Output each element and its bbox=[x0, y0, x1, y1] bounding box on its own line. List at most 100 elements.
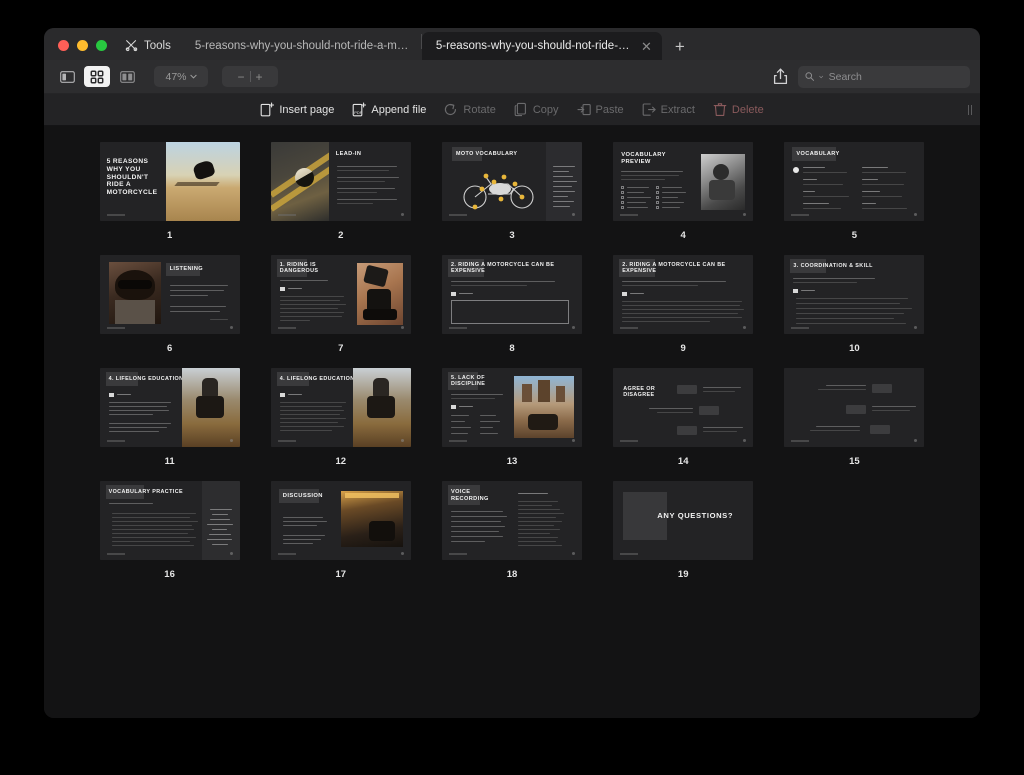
page-cell[interactable]: 15 bbox=[769, 368, 940, 467]
page-cell[interactable]: VOCABULARY 5 bbox=[769, 142, 940, 241]
slide-subtitle bbox=[517, 493, 548, 495]
page-cell[interactable]: VOICE RECORDING 18 bbox=[426, 481, 597, 580]
slide-title: VOCABULARY bbox=[796, 151, 840, 157]
close-window-button[interactable] bbox=[58, 40, 69, 51]
page-cell[interactable]: LEAD-IN 2 bbox=[255, 142, 426, 241]
page-cell[interactable]: AGREE OR DISAGREE 14 bbox=[598, 368, 769, 467]
slide-page-number bbox=[400, 213, 404, 216]
maximize-window-button[interactable] bbox=[96, 40, 107, 51]
search-input[interactable] bbox=[828, 70, 963, 83]
tools-button[interactable]: Tools bbox=[119, 39, 181, 60]
slide-page-number bbox=[400, 552, 404, 555]
slide-page-number bbox=[571, 326, 575, 329]
page-thumbnail[interactable]: VOCABULARY bbox=[784, 142, 925, 221]
answer-box[interactable] bbox=[450, 300, 569, 324]
search-chevron-icon[interactable] bbox=[819, 75, 824, 79]
page-cell[interactable]: 1. RIDING IS DANGEROUS 7 bbox=[255, 255, 426, 354]
page-thumbnail-canvas[interactable]: 5 REASONS WHY YOU SHOULDN'T RIDE A MOTOR… bbox=[44, 126, 980, 718]
page-cell[interactable]: VOCABULARY PRACTICE 16 bbox=[84, 481, 255, 580]
page-thumbnail[interactable]: ANY QUESTIONS? bbox=[613, 481, 754, 560]
slide-page-number bbox=[914, 213, 918, 216]
page-thumbnail[interactable]: 2. RIDING A MOTORCYCLE CAN BE EXPENSIVE bbox=[441, 255, 582, 334]
page-cell[interactable]: 4. LIFELONG EDUCATION bbox=[84, 368, 255, 467]
page-thumbnail[interactable]: VOCABULARY PREVIEW bbox=[613, 142, 754, 221]
new-tab-button[interactable]: + bbox=[662, 38, 698, 60]
delete-label: Delete bbox=[731, 103, 764, 116]
page-cell[interactable]: MOTO VOCABULARY 3 bbox=[426, 142, 597, 241]
share-icon[interactable] bbox=[773, 68, 788, 85]
split-view-button[interactable] bbox=[114, 66, 140, 87]
close-tab-icon[interactable]: ✕ bbox=[631, 40, 652, 53]
append-file-label: Append file bbox=[371, 103, 427, 116]
slide-title: 2. RIDING A MOTORCYCLE CAN BE EXPENSIVE bbox=[622, 262, 726, 275]
slide-photo bbox=[701, 154, 746, 210]
page-thumbnail[interactable]: 5. LACK OF DISCIPLINE bbox=[441, 368, 582, 447]
page-cell[interactable]: 4. LIFELONG EDUCATION bbox=[255, 368, 426, 467]
append-file-button[interactable]: PDF Append file bbox=[352, 102, 426, 117]
slide-canvas bbox=[784, 368, 925, 447]
minimize-window-button[interactable] bbox=[77, 40, 88, 51]
tab-active[interactable]: 5-reasons-why-you-should-not-ride-a-mo..… bbox=[421, 32, 662, 60]
page-thumbnail[interactable]: VOCABULARY PRACTICE bbox=[99, 481, 240, 560]
page-thumbnail[interactable]: LEAD-IN bbox=[270, 142, 411, 221]
page-cell[interactable]: 5. LACK OF DISCIPLINE 13 bbox=[426, 368, 597, 467]
insert-page-button[interactable]: Insert page bbox=[260, 102, 334, 117]
audio-icon bbox=[279, 287, 285, 291]
page-thumbnail[interactable] bbox=[784, 368, 925, 447]
grid-view-button[interactable] bbox=[84, 66, 110, 87]
zoom-in-button[interactable]: + bbox=[256, 70, 263, 84]
audio-icon bbox=[793, 289, 799, 293]
page-cell[interactable]: ANY QUESTIONS? 19 bbox=[598, 481, 769, 580]
extract-button[interactable]: Extract bbox=[642, 102, 695, 117]
page-cell[interactable]: 2. RIDING A MOTORCYCLE CAN BE EXPENSIVE bbox=[598, 255, 769, 354]
slide-footer bbox=[620, 327, 639, 329]
slide-photo bbox=[352, 368, 411, 447]
page-thumbnail[interactable]: 1. RIDING IS DANGEROUS bbox=[270, 255, 411, 334]
audio-label bbox=[287, 288, 302, 290]
page-thumbnail[interactable]: 4. LIFELONG EDUCATION bbox=[99, 368, 240, 447]
page-cell[interactable]: VOCABULARY PREVIEW 4 bbox=[598, 142, 769, 241]
page-cell[interactable]: 2. RIDING A MOTORCYCLE CAN BE EXPENSIVE … bbox=[426, 255, 597, 354]
slide-title: 4. LIFELONG EDUCATION bbox=[279, 376, 355, 382]
page-thumbnail[interactable]: LISTENING bbox=[99, 255, 240, 334]
search-box[interactable] bbox=[798, 65, 970, 88]
zoom-stepper[interactable]: − + bbox=[222, 66, 278, 87]
page-thumbnail[interactable]: 3. COORDINATION & SKILL bbox=[784, 255, 925, 334]
sidebar-view-button[interactable] bbox=[54, 66, 80, 87]
tab-inactive[interactable]: 5-reasons-why-you-should-not-ride-a-mot.… bbox=[181, 32, 421, 60]
tools-icon bbox=[125, 40, 138, 52]
slide-canvas: 1. RIDING IS DANGEROUS bbox=[270, 255, 411, 334]
slide-footer bbox=[791, 327, 810, 329]
sidebar-view-icon bbox=[59, 70, 75, 83]
copy-button[interactable]: Copy bbox=[514, 102, 559, 117]
page-thumbnail[interactable]: 5 REASONS WHY YOU SHOULDN'T RIDE A MOTOR… bbox=[99, 142, 240, 221]
delete-button[interactable]: Delete bbox=[713, 102, 764, 117]
slide-title: MOTO VOCABULARY bbox=[455, 151, 518, 157]
page-cell[interactable]: 3. COORDINATION & SKILL 10 bbox=[769, 255, 940, 354]
page-number: 16 bbox=[164, 569, 175, 580]
page-thumbnail[interactable]: 2. RIDING A MOTORCYCLE CAN BE EXPENSIVE bbox=[613, 255, 754, 334]
page-cell[interactable]: 5 REASONS WHY YOU SHOULDN'T RIDE A MOTOR… bbox=[84, 142, 255, 241]
page-thumbnail[interactable]: MOTO VOCABULARY bbox=[441, 142, 582, 221]
page-number: 11 bbox=[164, 456, 175, 467]
paste-button[interactable]: Paste bbox=[576, 102, 624, 117]
rotate-label: Rotate bbox=[463, 103, 496, 116]
page-number: 6 bbox=[166, 343, 173, 354]
zoom-out-button[interactable]: − bbox=[237, 70, 244, 84]
rotate-button[interactable]: Rotate bbox=[444, 102, 496, 117]
search-icon bbox=[805, 72, 815, 81]
slide-title: DISCUSSION bbox=[282, 493, 323, 499]
slide-page-number bbox=[229, 326, 233, 329]
toolbar-drag-handle[interactable] bbox=[967, 104, 972, 115]
slide-canvas: 5. LACK OF DISCIPLINE bbox=[441, 368, 582, 447]
page-thumbnail[interactable]: 4. LIFELONG EDUCATION bbox=[270, 368, 411, 447]
page-cell[interactable]: LISTENING 6 bbox=[84, 255, 255, 354]
page-thumbnail[interactable]: AGREE OR DISAGREE bbox=[613, 368, 754, 447]
page-thumbnail[interactable]: VOICE RECORDING bbox=[441, 481, 582, 560]
zoom-level-value: 47% bbox=[165, 70, 187, 83]
page-cell[interactable]: DISCUSSION 17 bbox=[255, 481, 426, 580]
zoom-level-dropdown[interactable]: 47% bbox=[154, 66, 208, 87]
statement-number-chip bbox=[677, 426, 698, 435]
page-thumbnail[interactable]: DISCUSSION bbox=[270, 481, 411, 560]
slide-page-number bbox=[400, 439, 404, 442]
